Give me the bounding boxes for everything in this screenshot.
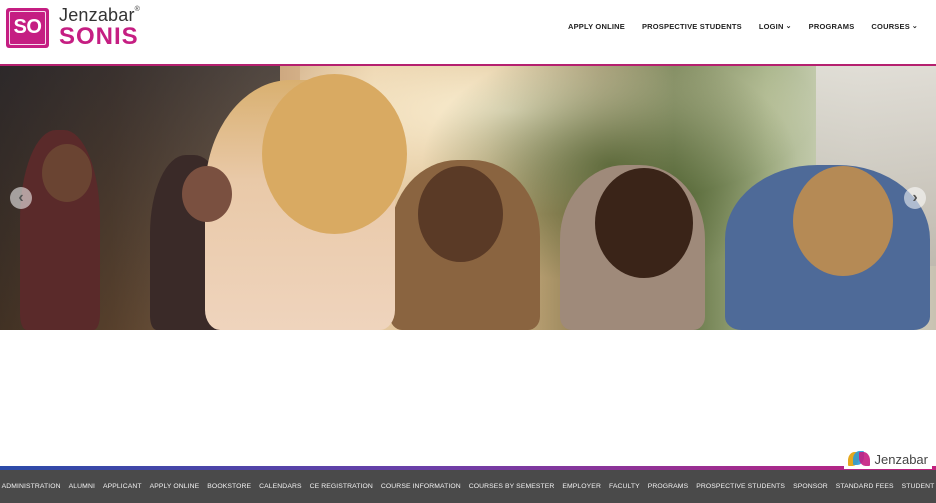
- carousel-prev-button[interactable]: ‹: [10, 187, 32, 209]
- chevron-left-icon: ‹: [18, 189, 24, 206]
- footer-link-administration[interactable]: ADMINISTRATION: [2, 483, 61, 490]
- footer-link-alumni[interactable]: ALUMNI: [69, 483, 95, 490]
- nav-label: COURSES: [871, 22, 910, 31]
- nav-label: LOGIN: [758, 22, 784, 31]
- sonis-logo[interactable]: SO Jenzabar® SONIS: [6, 6, 140, 49]
- footer-link-programs[interactable]: PROGRAMS: [648, 483, 688, 490]
- carousel-next-button[interactable]: ›: [904, 187, 926, 209]
- footer-link-employer[interactable]: EMPLOYER: [562, 483, 601, 490]
- footer-nav: ADMINISTRATION ALUMNI APPLICANT APPLY ON…: [0, 470, 936, 503]
- footer-link-bookstore[interactable]: BOOKSTORE: [207, 483, 251, 490]
- nav-apply-online[interactable]: APPLY ONLINE: [568, 22, 625, 31]
- student-head: [262, 74, 407, 234]
- student-head: [182, 166, 232, 222]
- logo-badge-text: SO: [13, 16, 42, 38]
- footer-link-ce-registration[interactable]: CE REGISTRATION: [310, 483, 373, 490]
- butterfly-icon: [847, 451, 872, 467]
- footer-link-faculty[interactable]: FACULTY: [609, 483, 640, 490]
- nav-prospective-students[interactable]: PROSPECTIVE STUDENTS: [642, 22, 742, 31]
- nav-login[interactable]: LOGIN ⌄: [759, 22, 792, 31]
- nav-label: PROGRAMS: [808, 22, 855, 31]
- footer-link-sponsor[interactable]: SPONSOR: [793, 483, 828, 490]
- chevron-right-icon: ›: [912, 189, 918, 206]
- footer-link-course-information[interactable]: COURSE INFORMATION: [381, 483, 461, 490]
- logo-company: Jenzabar®: [59, 5, 141, 25]
- footer-link-calendars[interactable]: CALENDARS: [259, 483, 301, 490]
- jenzabar-logo-text: Jenzabar: [874, 451, 928, 467]
- nav-courses[interactable]: COURSES ⌄: [871, 22, 918, 31]
- chevron-down-icon: ⌄: [911, 23, 918, 30]
- footer-link-standard-fees[interactable]: STANDARD FEES: [836, 483, 894, 490]
- site-header: SO Jenzabar® SONIS APPLY ONLINE PROSPECT…: [0, 0, 936, 66]
- logo-badge-icon: SO: [6, 7, 49, 48]
- logo-wordmark: Jenzabar® SONIS: [59, 6, 140, 49]
- logo-product: SONIS: [59, 23, 139, 50]
- footer-link-student[interactable]: STUDENT: [902, 483, 935, 490]
- footer-link-applicant[interactable]: APPLICANT: [103, 483, 142, 490]
- jenzabar-footer-logo[interactable]: Jenzabar: [843, 449, 932, 469]
- chevron-down-icon: ⌄: [785, 23, 792, 30]
- footer-link-courses-by-semester[interactable]: COURSES BY SEMESTER: [469, 483, 555, 490]
- hero-carousel: ‹ ›: [0, 66, 936, 330]
- footer-link-apply-online[interactable]: APPLY ONLINE: [150, 483, 200, 490]
- nav-programs[interactable]: PROGRAMS: [809, 22, 855, 31]
- student-head: [42, 144, 92, 202]
- student-head: [595, 168, 693, 278]
- student-head: [418, 166, 503, 262]
- main-nav: APPLY ONLINE PROSPECTIVE STUDENTS LOGIN …: [568, 22, 918, 31]
- nav-label: APPLY ONLINE: [567, 22, 625, 31]
- nav-label: PROSPECTIVE STUDENTS: [641, 22, 742, 31]
- footer-link-prospective-students[interactable]: PROSPECTIVE STUDENTS: [696, 483, 785, 490]
- student-head: [793, 166, 893, 276]
